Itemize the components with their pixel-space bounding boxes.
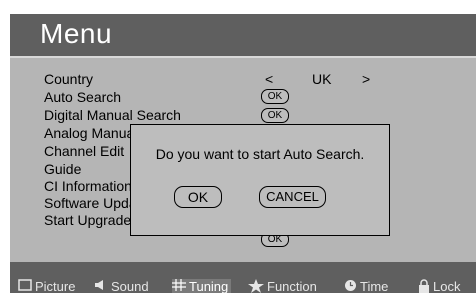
- dialog-ok-button[interactable]: OK: [174, 186, 222, 208]
- country-left-arrow[interactable]: <: [265, 71, 273, 87]
- monitor-icon: [18, 279, 32, 293]
- tab-picture[interactable]: Picture: [18, 279, 75, 293]
- tv-menu-screen: Menu Country Auto Search Digital Manual …: [10, 14, 476, 293]
- tab-picture-label: Picture: [35, 279, 76, 293]
- clock-icon: [344, 279, 357, 293]
- grid-icon: [172, 279, 186, 293]
- bottom-tab-bar: [10, 262, 476, 293]
- tab-time-label: Time: [360, 279, 389, 293]
- tab-function-label: Function: [267, 279, 317, 293]
- tab-sound[interactable]: Sound: [94, 279, 149, 293]
- country-right-arrow[interactable]: >: [362, 71, 370, 87]
- digital-manual-search-ok-button[interactable]: OK: [261, 108, 289, 123]
- menu-item-start-upgrade[interactable]: Start Upgrade: [44, 212, 131, 228]
- star-icon: [248, 279, 264, 293]
- tab-sound-label: Sound: [111, 279, 149, 293]
- dialog-message: Do you want to start Auto Search.: [155, 146, 365, 162]
- tab-time[interactable]: Time: [344, 279, 388, 293]
- auto-search-ok-button[interactable]: OK: [261, 89, 289, 104]
- tab-tuning[interactable]: Tuning: [172, 279, 232, 293]
- tab-tuning-label: Tuning: [189, 279, 229, 293]
- menu-item-digital-manual-search[interactable]: Digital Manual Search: [44, 107, 181, 123]
- dialog-cancel-button[interactable]: CANCEL: [259, 186, 326, 208]
- country-value: UK: [312, 71, 332, 87]
- speaker-icon: [94, 279, 108, 293]
- menu-header: Menu: [10, 14, 476, 56]
- menu-item-channel-edit[interactable]: Channel Edit: [44, 143, 124, 159]
- tab-function[interactable]: Function: [248, 279, 317, 293]
- menu-item-guide[interactable]: Guide: [44, 161, 81, 177]
- menu-item-country[interactable]: Country: [44, 71, 93, 87]
- auto-search-confirm-dialog: Do you want to start Auto Search. OK CAN…: [130, 124, 390, 236]
- tab-lock[interactable]: Lock: [418, 279, 460, 293]
- menu-item-ci-information[interactable]: CI Information: [44, 178, 132, 194]
- menu-title: Menu: [40, 18, 113, 49]
- tab-lock-label: Lock: [433, 279, 461, 293]
- header-divider: [10, 56, 476, 58]
- menu-item-auto-search[interactable]: Auto Search: [44, 89, 121, 105]
- lock-icon: [418, 279, 430, 293]
